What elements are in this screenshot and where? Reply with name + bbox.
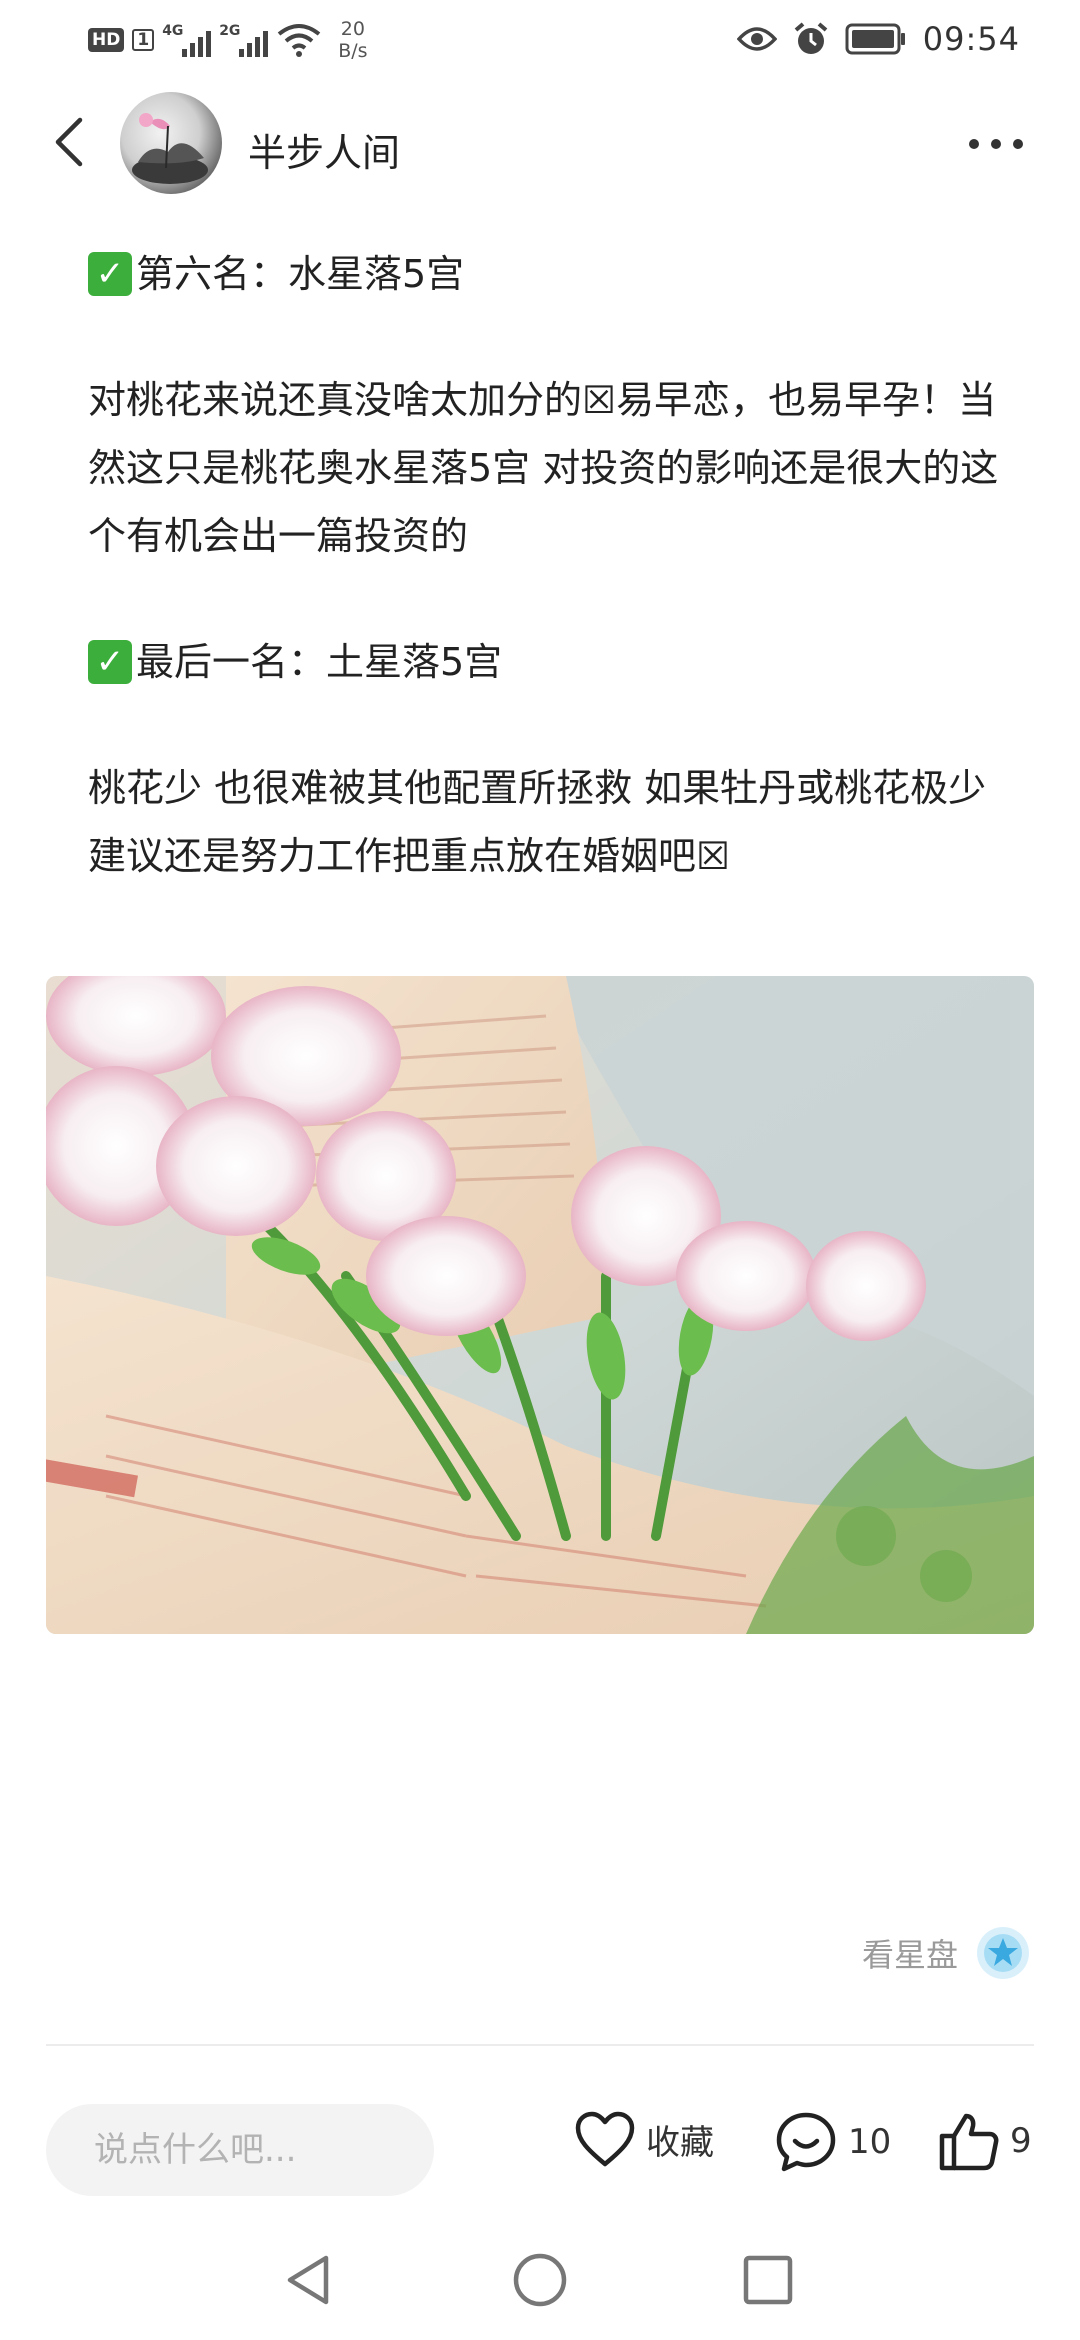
nav-back-icon[interactable]	[276, 2248, 340, 2312]
signal-2-icon: 2G	[219, 23, 269, 57]
paragraph-2: 桃花少 也很难被其他配置所拯救 如果牡丹或桃花极少 建议还是努力工作把重点放在婚…	[88, 766, 987, 878]
network-speed: 20 B/s	[338, 18, 367, 62]
post-body: ✓ 第六名：水星落5宫 对桃花来说还真没啥太加分的☒易早恋，也易早孕！当然这只是…	[88, 240, 1008, 948]
divider	[46, 2044, 1034, 2046]
post-image[interactable]	[46, 976, 1034, 1634]
more-options-icon[interactable]	[966, 124, 1026, 164]
comment-button[interactable]: 10	[774, 2110, 891, 2174]
check-mark-icon: ✓	[88, 640, 132, 684]
avatar-image	[132, 113, 208, 184]
status-right-group: 09:54	[736, 20, 1020, 58]
like-count: 9	[1010, 2121, 1032, 2161]
status-bar: HD 1 4G 2G 20 B/s 09:54	[0, 0, 1080, 80]
signal-1-gen: 4G	[162, 23, 184, 39]
heart-icon	[575, 2111, 635, 2167]
star-chart-icon	[977, 1927, 1029, 1979]
like-button[interactable]: 9	[938, 2110, 1032, 2172]
comment-bubble-icon	[776, 2112, 836, 2172]
view-chart-label: 看星盘	[861, 1936, 958, 1974]
hd-badge: HD	[88, 28, 125, 52]
favorite-button[interactable]: 收藏	[574, 2110, 714, 2168]
network-speed-value: 20	[340, 18, 365, 40]
comment-count: 10	[848, 2122, 892, 2162]
back-arrow-icon[interactable]	[44, 114, 100, 170]
paragraph-1: 对桃花来说还真没啥太加分的☒易早恋，也易早孕！当然这只是桃花奥水星落5宫 对投资…	[88, 378, 999, 558]
section-heading-1: ✓ 第六名：水星落5宫	[88, 240, 1008, 308]
post-header: 半步人间	[0, 84, 1080, 204]
check-mark-icon: ✓	[88, 252, 132, 296]
flower-bouquet-image	[46, 976, 1034, 1634]
wifi-icon	[277, 24, 321, 57]
signal-1-icon: 4G	[162, 23, 212, 57]
nav-home-icon[interactable]	[508, 2248, 572, 2312]
thumbs-up-icon	[939, 2113, 999, 2171]
signal-2-gen: 2G	[219, 23, 241, 39]
network-speed-unit: B/s	[338, 40, 368, 62]
eye-icon	[736, 27, 777, 51]
author-avatar[interactable]	[120, 92, 222, 194]
sim-badge: 1	[132, 29, 155, 51]
comment-input[interactable]	[46, 2104, 434, 2196]
status-left-group: HD 1 4G 2G 20 B/s	[88, 18, 368, 62]
nav-recent-apps-icon[interactable]	[736, 2248, 800, 2312]
battery-icon	[845, 23, 905, 55]
favorite-label: 收藏	[646, 2122, 714, 2163]
view-chart-link[interactable]: 看星盘	[862, 1926, 1030, 1980]
system-nav-bar	[0, 2220, 1080, 2340]
clock: 09:54	[922, 20, 1020, 58]
author-name[interactable]: 半步人间	[248, 122, 400, 177]
bottom-action-bar: 收藏 10 9	[0, 2080, 1080, 2220]
section-heading-2-text: 最后一名：土星落5宫	[136, 640, 503, 684]
alarm-icon	[794, 22, 828, 54]
section-heading-1-text: 第六名：水星落5宫	[136, 252, 465, 296]
section-heading-2: ✓ 最后一名：土星落5宫	[88, 628, 1008, 696]
